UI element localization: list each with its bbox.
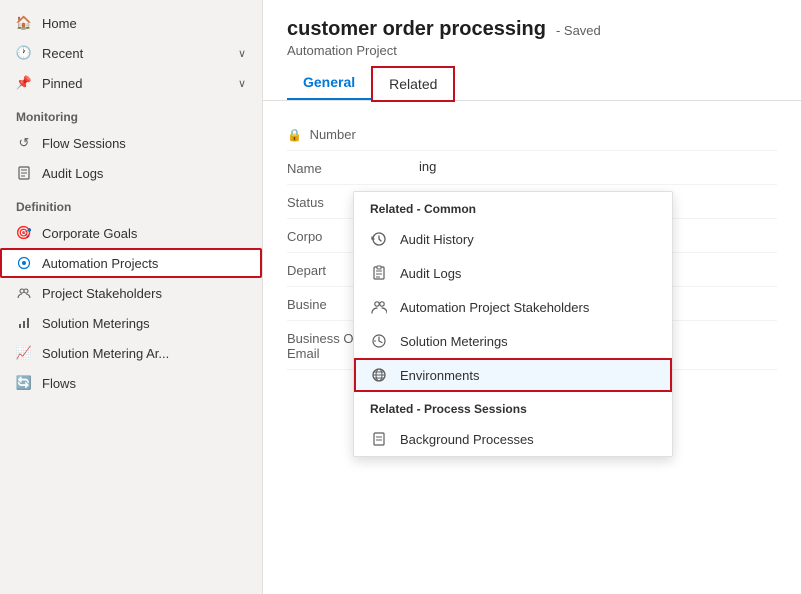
dropdown-label-audit-history: Audit History — [400, 232, 474, 247]
dropdown-section-common-header: Related - Common — [354, 192, 672, 222]
solution-metering-ar-icon: 📈 — [16, 345, 32, 361]
sidebar-label-flow-sessions: Flow Sessions — [42, 136, 246, 151]
audit-logs-dd-icon — [370, 264, 388, 282]
corporate-goals-icon: 🎯 — [16, 225, 32, 241]
recent-chevron-icon: ∨ — [238, 47, 246, 60]
home-icon: 🏠 — [16, 15, 32, 31]
sidebar-item-corporate-goals[interactable]: 🎯 Corporate Goals — [0, 218, 262, 248]
sidebar-label-project-stakeholders: Project Stakeholders — [42, 286, 246, 301]
dropdown-label-ap-stakeholders: Automation Project Stakeholders — [400, 300, 589, 315]
audit-history-icon — [370, 230, 388, 248]
dropdown-label-solution-meterings: Solution Meterings — [400, 334, 508, 349]
definition-section-header: Definition — [0, 188, 262, 218]
sidebar: 🏠 Home 🕐 Recent ∨ 📌 Pinned ∨ Monitoring … — [0, 0, 263, 594]
sidebar-label-corporate-goals: Corporate Goals — [42, 226, 246, 241]
sidebar-label-audit-logs: Audit Logs — [42, 166, 246, 181]
sidebar-item-flow-sessions[interactable]: ↺ Flow Sessions — [0, 128, 262, 158]
sidebar-item-project-stakeholders[interactable]: Project Stakeholders — [0, 278, 262, 308]
background-processes-icon — [370, 430, 388, 448]
dropdown-item-environments[interactable]: Environments — [354, 358, 672, 392]
sidebar-item-home[interactable]: 🏠 Home — [0, 8, 262, 38]
sidebar-item-flows[interactable]: 🔄 Flows — [0, 368, 262, 398]
sidebar-item-recent[interactable]: 🕐 Recent ∨ — [0, 38, 262, 68]
form-row-name: Name ing — [287, 151, 777, 185]
solution-meterings-icon — [16, 315, 32, 331]
sidebar-item-automation-projects[interactable]: Automation Projects — [0, 248, 262, 278]
main-header: customer order processing - Saved Automa… — [263, 0, 801, 101]
dropdown-section-process-header: Related - Process Sessions — [354, 392, 672, 422]
sidebar-item-solution-meterings[interactable]: Solution Meterings — [0, 308, 262, 338]
sidebar-item-solution-metering-ar[interactable]: 📈 Solution Metering Ar... — [0, 338, 262, 368]
related-dropdown: Related - Common Audit History — [353, 191, 673, 457]
sidebar-label-automation-projects: Automation Projects — [42, 256, 246, 271]
automation-projects-icon — [16, 255, 32, 271]
sidebar-label-recent: Recent — [42, 46, 228, 61]
solution-meterings-dd-icon — [370, 332, 388, 350]
saved-status: - Saved — [556, 23, 601, 38]
form-value-name: ing — [419, 159, 777, 174]
monitoring-section-header: Monitoring — [0, 98, 262, 128]
page-title: customer order processing — [287, 18, 546, 41]
dropdown-item-automation-project-stakeholders[interactable]: Automation Project Stakeholders — [354, 290, 672, 324]
sidebar-item-audit-logs[interactable]: Audit Logs — [0, 158, 262, 188]
flow-sessions-icon: ↺ — [16, 135, 32, 151]
lock-icon: 🔒 — [287, 128, 302, 142]
sidebar-label-home: Home — [42, 16, 246, 31]
project-stakeholders-icon — [16, 285, 32, 301]
page-subtitle: Automation Project — [287, 43, 777, 58]
tabs-row: General Related — [287, 66, 777, 100]
main-content: customer order processing - Saved Automa… — [263, 0, 801, 594]
environments-icon — [370, 366, 388, 384]
dropdown-item-audit-history[interactable]: Audit History — [354, 222, 672, 256]
ap-stakeholders-icon — [370, 298, 388, 316]
sidebar-label-solution-metering-ar: Solution Metering Ar... — [42, 346, 246, 361]
pinned-icon: 📌 — [16, 75, 32, 91]
recent-icon: 🕐 — [16, 45, 32, 61]
tab-related[interactable]: Related — [371, 66, 455, 102]
form-area: 🔒 Number Name ing Status Corpo h Aut... … — [263, 101, 801, 594]
dropdown-label-environments: Environments — [400, 368, 479, 383]
sidebar-item-pinned[interactable]: 📌 Pinned ∨ — [0, 68, 262, 98]
pinned-chevron-icon: ∨ — [238, 77, 246, 90]
form-row-number: 🔒 Number — [287, 117, 777, 151]
sidebar-label-solution-meterings: Solution Meterings — [42, 316, 246, 331]
form-label-number: 🔒 Number — [287, 125, 407, 142]
sidebar-label-flows: Flows — [42, 376, 246, 391]
dropdown-item-audit-logs[interactable]: Audit Logs — [354, 256, 672, 290]
sidebar-label-pinned: Pinned — [42, 76, 228, 91]
dropdown-label-background-processes: Background Processes — [400, 432, 534, 447]
flows-icon: 🔄 — [16, 375, 32, 391]
form-label-name: Name — [287, 159, 407, 176]
tab-general[interactable]: General — [287, 66, 371, 100]
dropdown-label-audit-logs: Audit Logs — [400, 266, 461, 281]
dropdown-item-solution-meterings[interactable]: Solution Meterings — [354, 324, 672, 358]
dropdown-item-background-processes[interactable]: Background Processes — [354, 422, 672, 456]
audit-logs-icon — [16, 165, 32, 181]
